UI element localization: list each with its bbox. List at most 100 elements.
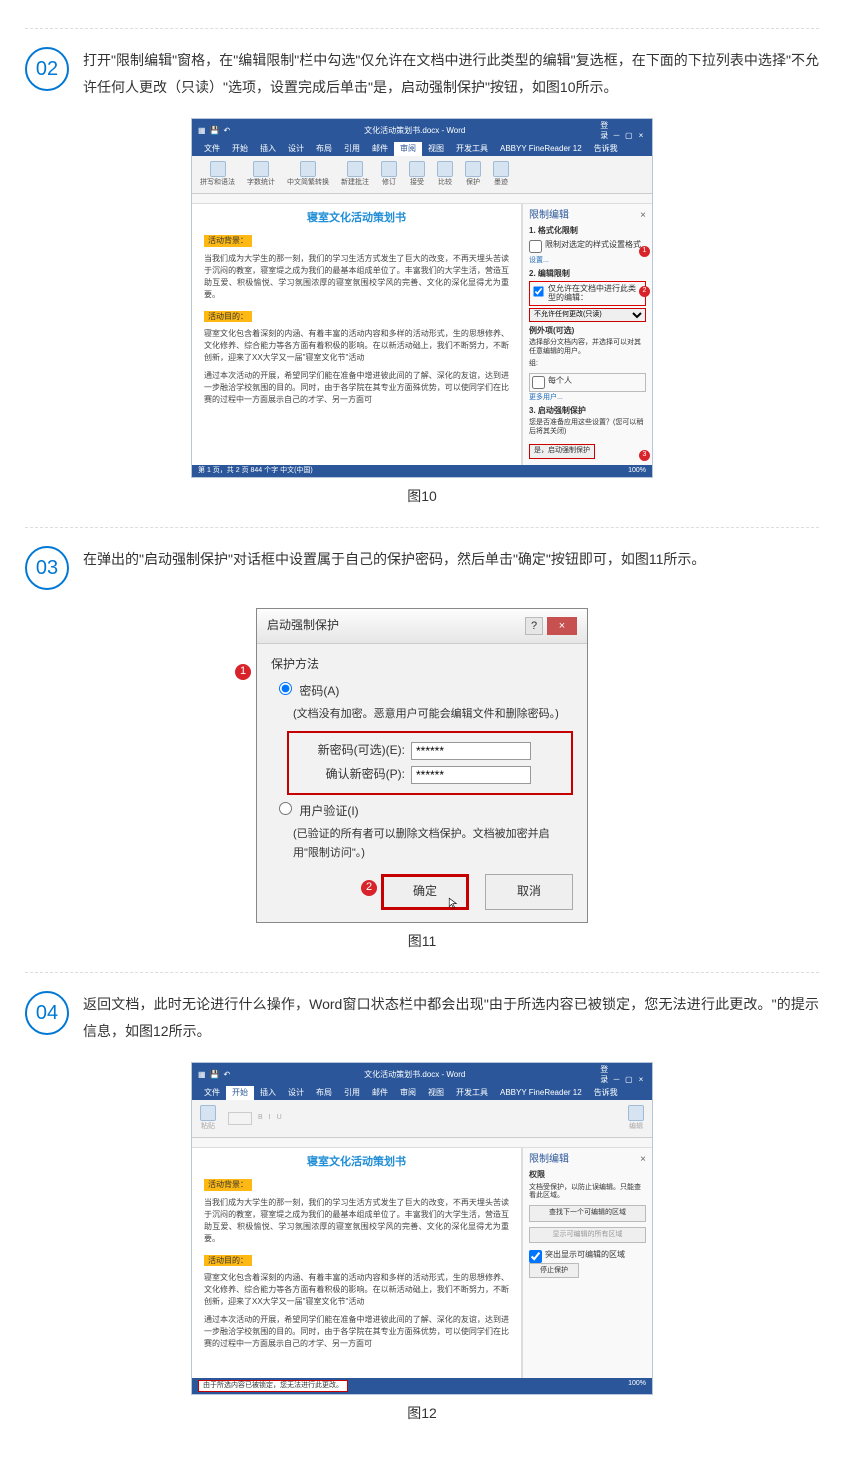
- step-03: 03 在弹出的"启动强制保护"对话框中设置属于自己的保护密码，然后单击"确定"按…: [25, 546, 819, 590]
- panel-close-icon[interactable]: ×: [640, 210, 646, 222]
- status-zoom[interactable]: 100%: [628, 467, 646, 475]
- divider-top: [25, 28, 819, 29]
- ok-button[interactable]: 确定: [381, 874, 469, 910]
- underline-icon[interactable]: U: [277, 1114, 282, 1122]
- tab-references[interactable]: 引用: [338, 142, 366, 156]
- show-all-regions-button[interactable]: 显示可编辑的所有区域: [529, 1227, 646, 1243]
- more-users-link[interactable]: 更多用户...: [529, 394, 646, 402]
- auth-radio[interactable]: [279, 802, 292, 815]
- find-next-region-button[interactable]: 查找下一个可编辑的区域: [529, 1205, 646, 1221]
- para-2-12: 寝室文化包含着深刻的内涵、有着丰富的活动内容和多样的活动形式，生的思想修养、文化…: [204, 1272, 509, 1308]
- tab-abbyy[interactable]: ABBYY FineReader 12: [494, 142, 588, 156]
- paste-icon[interactable]: [200, 1105, 216, 1121]
- format-restrict-checkbox[interactable]: [529, 240, 542, 253]
- auth-radio-label: 用户验证(I): [299, 804, 358, 818]
- compare-icon[interactable]: [437, 161, 453, 177]
- tab-review[interactable]: 审阅: [394, 142, 422, 156]
- spellcheck-icon[interactable]: [210, 161, 226, 177]
- tab-tell-me[interactable]: 告诉我: [588, 142, 624, 156]
- sec3-heading: 3. 启动强制保护: [529, 406, 646, 416]
- tab-references[interactable]: 引用: [338, 1086, 366, 1100]
- tab-developer[interactable]: 开发工具: [450, 142, 494, 156]
- start-enforcing-button[interactable]: 是，启动强制保护: [529, 444, 595, 458]
- para-3-12: 通过本次活动的开展，希望同学们能在准备中增进彼此间的了解、深化的友谊，达到进一步…: [204, 1314, 509, 1350]
- window-close-icon[interactable]: ×: [636, 131, 646, 141]
- divider-3: [25, 972, 819, 973]
- word-icon: ▦: [198, 126, 206, 136]
- step-02-text: 打开"限制编辑"窗格，在"编辑限制"栏中勾选"仅允许在文档中进行此类型的编辑"复…: [83, 47, 819, 100]
- step-02: 02 打开"限制编辑"窗格，在"编辑限制"栏中勾选"仅允许在文档中进行此类型的编…: [25, 47, 819, 100]
- tab-file[interactable]: 文件: [198, 142, 226, 156]
- tab-home[interactable]: 开始: [226, 1086, 254, 1100]
- protect-icon[interactable]: [465, 161, 481, 177]
- dialog-close-icon[interactable]: ×: [547, 617, 577, 635]
- word-window-10: ▦ 💾 ↶ 文化活动策划书.docx - Word 登录 － ▢ × 文件 开始…: [191, 118, 653, 478]
- track-icon[interactable]: [381, 161, 397, 177]
- ink-icon[interactable]: [493, 161, 509, 177]
- tab-home[interactable]: 开始: [226, 142, 254, 156]
- window-close-icon[interactable]: ×: [636, 1075, 646, 1085]
- tab-abbyy[interactable]: ABBYY FineReader 12: [494, 1086, 588, 1100]
- tab-design[interactable]: 设计: [282, 1086, 310, 1100]
- highlight-regions-label: 突出显示可编辑的区域: [545, 1250, 625, 1260]
- sec3-note: 您是否准备应用这些设置？(您可以稍后将其关闭): [529, 419, 646, 436]
- enforce-protection-dialog: 启动强制保护 ? × 保护方法 密码(A) (文档没有加密。恶意用户可能会编辑文…: [256, 608, 588, 923]
- password-radio[interactable]: [279, 682, 292, 695]
- rib-ink: 墨迹: [494, 179, 508, 187]
- rib-track: 修订: [382, 179, 396, 187]
- italic-icon[interactable]: I: [269, 1114, 271, 1122]
- divider-2: [25, 527, 819, 528]
- settings-link[interactable]: 设置...: [529, 257, 646, 265]
- dialog-title: 启动强制保护: [267, 615, 339, 637]
- marker-1-dialog: 1: [235, 664, 251, 680]
- dialog-help-icon[interactable]: ?: [525, 617, 543, 635]
- everyone-checkbox[interactable]: [532, 376, 545, 389]
- word-icon: ▦: [198, 1070, 206, 1080]
- sec1-heading: 1. 格式化限制: [529, 226, 646, 236]
- wordcount-icon[interactable]: [253, 161, 269, 177]
- new-password-input[interactable]: [411, 742, 531, 760]
- window-max-icon[interactable]: ▢: [624, 1075, 634, 1085]
- tab-tell-me[interactable]: 告诉我: [588, 1086, 624, 1100]
- tab-mailings[interactable]: 邮件: [366, 1086, 394, 1100]
- tab-layout[interactable]: 布局: [310, 1086, 338, 1100]
- edit-icon[interactable]: [628, 1105, 644, 1121]
- newcomment-icon[interactable]: [347, 161, 363, 177]
- highlight-regions-checkbox[interactable]: [529, 1250, 542, 1263]
- tab-mailings[interactable]: 邮件: [366, 142, 394, 156]
- tab-design[interactable]: 设计: [282, 142, 310, 156]
- tab-layout[interactable]: 布局: [310, 142, 338, 156]
- panel-close-icon-12[interactable]: ×: [640, 1154, 646, 1166]
- titlebar-12: ▦ 💾 ↶ 文化活动策划书.docx - Word 登录 － ▢ ×: [192, 1063, 652, 1086]
- stop-protection-button[interactable]: 停止保护: [529, 1263, 579, 1278]
- qa-undo-icon: ↶: [224, 126, 231, 136]
- rib-compare: 比较: [438, 179, 452, 187]
- accept-icon[interactable]: [409, 161, 425, 177]
- tab-review[interactable]: 审阅: [394, 1086, 422, 1100]
- window-min-icon[interactable]: －: [612, 131, 622, 141]
- edit-restrict-checkbox[interactable]: [533, 286, 543, 296]
- status-locked-warning: 由于所选内容已被锁定，您无法进行此更改。: [198, 1380, 348, 1392]
- ribbon-body-12: 粘贴 B I U 编辑: [192, 1100, 652, 1138]
- window-min-icon[interactable]: －: [612, 1075, 622, 1085]
- step-03-text: 在弹出的"启动强制保护"对话框中设置属于自己的保护密码，然后单击"确定"按钮即可…: [83, 546, 819, 573]
- restriction-type-select[interactable]: 不允许任何更改(只读): [529, 308, 646, 322]
- step-04-text: 返回文档，此时无论进行什么操作，Word窗口状态栏中都会出现"由于所选内容已被锁…: [83, 991, 819, 1044]
- tab-insert[interactable]: 插入: [254, 142, 282, 156]
- figure-10: ▦ 💾 ↶ 文化活动策划书.docx - Word 登录 － ▢ × 文件 开始…: [25, 118, 819, 509]
- window-title-12: 文化活动策划书.docx - Word: [364, 1070, 465, 1080]
- tab-file[interactable]: 文件: [198, 1086, 226, 1100]
- tab-view[interactable]: 视图: [422, 1086, 450, 1100]
- window-max-icon[interactable]: ▢: [624, 131, 634, 141]
- login-label-12[interactable]: 登录: [599, 1065, 609, 1084]
- status-zoom-12[interactable]: 100%: [628, 1380, 646, 1392]
- translate-icon[interactable]: [300, 161, 316, 177]
- tab-insert[interactable]: 插入: [254, 1086, 282, 1100]
- bold-icon[interactable]: B: [258, 1114, 263, 1122]
- font-box[interactable]: [228, 1112, 252, 1124]
- cancel-button[interactable]: 取消: [485, 874, 573, 910]
- confirm-password-input[interactable]: [411, 766, 531, 784]
- tab-developer[interactable]: 开发工具: [450, 1086, 494, 1100]
- login-label[interactable]: 登录: [599, 121, 609, 140]
- tab-view[interactable]: 视图: [422, 142, 450, 156]
